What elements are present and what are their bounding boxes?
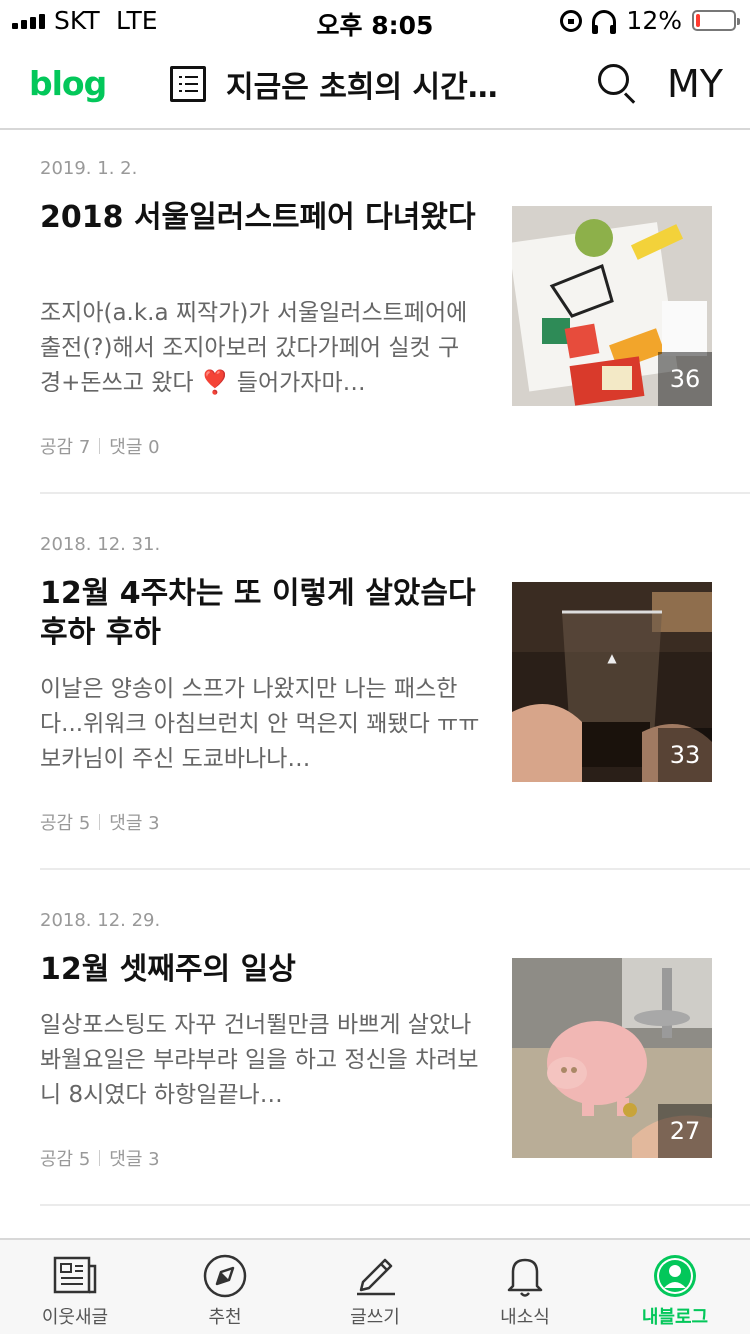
headphones-icon [592,9,617,34]
post-meta: 공감 5 댓글 3 [40,809,160,835]
post-thumbnail[interactable]: ▲ 33 [512,582,712,782]
search-icon[interactable] [598,64,636,104]
post-excerpt[interactable]: 이날은 양송이 스프가 나왔지만 나는 패스한다...위워크 아침브런치 안 먹… [40,672,480,777]
comments-count[interactable]: 댓글 3 [109,1145,159,1171]
status-bar: SKT LTE 오후 8:05 12% [0,0,750,42]
post-meta: 공감 7 댓글 0 [40,433,160,459]
post-divider [40,492,750,494]
tab-label: 글쓰기 [350,1307,400,1328]
tab-label: 추천 [208,1307,242,1328]
post-title[interactable]: 12월 셋째주의 일상 [40,950,490,989]
tab-my-blog[interactable]: 내블로그 [600,1240,750,1334]
comments-count[interactable]: 댓글 0 [109,433,159,459]
bell-icon [507,1258,543,1297]
post-divider [40,1204,750,1206]
blog-logo[interactable]: blog [29,64,107,103]
app-header: blog 지금은 초희의 시간… MY [0,42,750,130]
meta-divider [99,438,101,454]
likes-count[interactable]: 공감 5 [40,1145,90,1171]
compass-icon [203,1254,247,1298]
tab-recommend[interactable]: 추천 [150,1240,300,1334]
tab-label: 내소식 [500,1307,550,1328]
post-date: 2019. 1. 2. [40,158,138,179]
my-button[interactable]: MY [667,62,723,106]
tab-write[interactable]: 글쓰기 [300,1240,450,1334]
photo-count-badge: 36 [658,352,712,406]
photo-count-badge: 33 [658,728,712,782]
tab-label: 이웃새글 [41,1307,109,1328]
post-meta: 공감 5 댓글 3 [40,1145,160,1171]
post-date: 2018. 12. 29. [40,910,161,931]
bottom-tab-bar: 이웃새글 추천 글쓰기 내소식 내블로그 [0,1238,750,1334]
post-excerpt[interactable]: 일상포스팅도 자꾸 건너뛸만큼 바쁘게 살았나봐월요일은 부랴부랴 일을 하고 … [40,1008,480,1113]
profile-icon [654,1255,696,1297]
meta-divider [99,1150,101,1166]
likes-count[interactable]: 공감 7 [40,433,90,459]
battery-percent: 12% [626,6,682,35]
svg-text:▲: ▲ [607,651,617,665]
post-thumbnail[interactable]: 36 [512,206,712,406]
likes-count[interactable]: 공감 5 [40,809,90,835]
tab-notifications[interactable]: 내소식 [450,1240,600,1334]
tab-label: 내블로그 [641,1307,709,1328]
blog-title[interactable]: 지금은 초희의 시간… [226,62,516,106]
post-title[interactable]: 2018 서울일러스트페어 다녀왔다 [40,198,490,237]
orientation-lock-icon [560,9,583,32]
post-excerpt[interactable]: 조지아(a.k.a 찌작가)가 서울일러스트페어에출전(?)해서 조지아보러 갔… [40,296,480,401]
post-date: 2018. 12. 31. [40,534,161,555]
meta-divider [99,814,101,830]
tab-neighbor-posts[interactable]: 이웃새글 [0,1240,150,1334]
list-icon[interactable] [170,66,206,102]
battery-icon [692,10,740,31]
post-thumbnail[interactable]: 27 [512,958,712,1158]
photo-count-badge: 27 [658,1104,712,1158]
comments-count[interactable]: 댓글 3 [109,809,159,835]
post-title[interactable]: 12월 4주차는 또 이렇게 살았슴다 후하 후하 [40,574,490,652]
newspaper-icon [53,1256,97,1294]
pencil-icon [357,1258,395,1296]
post-divider [40,868,750,870]
